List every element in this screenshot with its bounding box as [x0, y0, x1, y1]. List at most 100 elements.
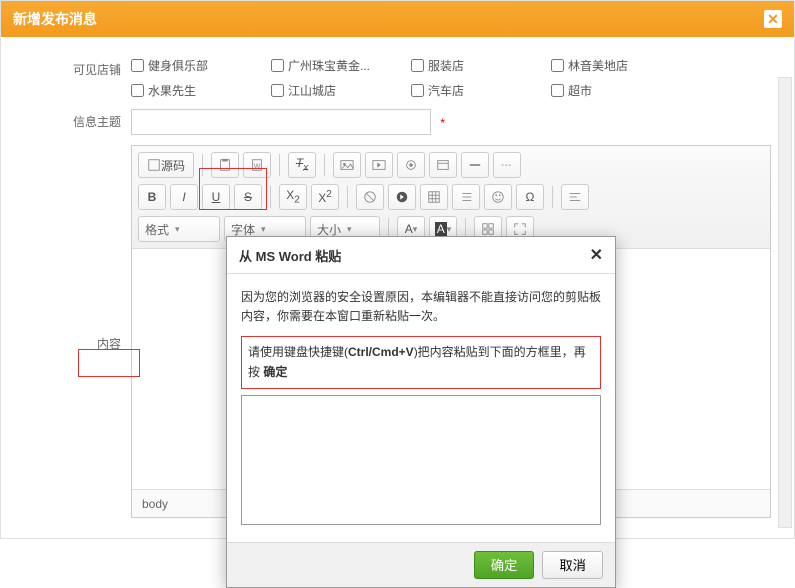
underline-button[interactable]: U: [202, 184, 230, 210]
source-button[interactable]: 源码: [138, 152, 194, 178]
store-checkbox[interactable]: 水果先生: [131, 82, 231, 99]
remove-format-button[interactable]: Tx: [288, 152, 316, 178]
smiley-button[interactable]: [484, 184, 512, 210]
remove-format-icon: Tx: [296, 156, 308, 173]
hr-button[interactable]: [461, 152, 489, 178]
close-icon[interactable]: ✕: [764, 10, 782, 28]
dialog-body: 因为您的浏览器的安全设置原因，本编辑器不能直接访问您的剪贴板内容，你需要在本窗口…: [227, 274, 615, 542]
store-label: 超市: [568, 82, 592, 99]
modal-window: 新增发布消息 ✕ 可见店铺 健身俱乐部 广州珠宝黄金... 服装店 林音美地店 …: [0, 0, 795, 539]
store-label: 林音美地店: [568, 57, 628, 74]
strike-button[interactable]: S: [234, 184, 262, 210]
paste-word-icon: W: [250, 158, 264, 172]
flash-icon: [372, 158, 386, 172]
list-button[interactable]: [452, 184, 480, 210]
text-color-icon: A: [405, 222, 413, 236]
superscript-button[interactable]: X2: [311, 184, 339, 210]
iframe-button[interactable]: [429, 152, 457, 178]
align-left-icon: [568, 190, 582, 204]
list-icon: [459, 190, 473, 204]
separator: [552, 186, 553, 208]
anchor-button[interactable]: [388, 184, 416, 210]
chevron-down-icon: ▾: [175, 224, 180, 235]
dialog-message: 因为您的浏览器的安全设置原因，本编辑器不能直接访问您的剪贴板内容，你需要在本窗口…: [241, 288, 601, 326]
separator: [324, 154, 325, 176]
dialog-title: 从 MS Word 粘贴: [239, 246, 341, 265]
checkbox-icon[interactable]: [131, 59, 144, 72]
store-checkbox[interactable]: 江山城店: [271, 82, 371, 99]
store-checkbox[interactable]: 健身俱乐部: [131, 57, 231, 74]
paste-textarea[interactable]: [241, 395, 601, 525]
image-button[interactable]: [333, 152, 361, 178]
separator: [270, 186, 271, 208]
checkbox-icon[interactable]: [411, 84, 424, 97]
store-checkbox[interactable]: 服装店: [411, 57, 511, 74]
store-label: 汽车店: [428, 82, 464, 99]
store-label: 健身俱乐部: [148, 57, 208, 74]
underline-icon: U: [212, 190, 221, 204]
maximize-icon: [513, 222, 527, 236]
flash-button[interactable]: [365, 152, 393, 178]
store-checkbox[interactable]: 林音美地店: [551, 57, 651, 74]
subscript-button[interactable]: X2: [279, 184, 307, 210]
checkbox-icon[interactable]: [551, 59, 564, 72]
checkbox-icon[interactable]: [411, 59, 424, 72]
label-subject: 信息主题: [21, 109, 131, 130]
strike-icon: S: [244, 190, 252, 204]
close-icon[interactable]: ✕: [590, 245, 603, 265]
subject-input[interactable]: [131, 109, 431, 135]
align-left-button[interactable]: [561, 184, 589, 210]
paste-word-button[interactable]: W: [243, 152, 271, 178]
dialog-hint: 请使用键盘快捷键(Ctrl/Cmd+V)把内容粘贴到下面的方框里，再按 确定: [241, 336, 601, 388]
iframe-icon: [436, 158, 450, 172]
superscript-icon: X2: [318, 189, 332, 205]
separator: [202, 154, 203, 176]
paste-dialog: 从 MS Word 粘贴 ✕ 因为您的浏览器的安全设置原因，本编辑器不能直接访问…: [226, 236, 616, 588]
svg-text:W: W: [254, 164, 261, 171]
record-button[interactable]: [397, 152, 425, 178]
store-checkbox[interactable]: 超市: [551, 82, 651, 99]
pagebreak-icon: [500, 158, 514, 172]
scrollbar[interactable]: [778, 77, 792, 528]
row-subject: 信息主题 *: [21, 109, 774, 135]
font-label: 字体: [231, 221, 255, 238]
required-mark: *: [440, 116, 445, 130]
store-checkbox[interactable]: 汽车店: [411, 82, 511, 99]
label-content: 内容: [21, 145, 131, 352]
separator: [279, 154, 280, 176]
modal-title: 新增发布消息: [13, 9, 97, 29]
bold-button[interactable]: B: [138, 184, 166, 210]
pagebreak-button[interactable]: [493, 152, 521, 178]
store-checkbox-grid: 健身俱乐部 广州珠宝黄金... 服装店 林音美地店 水果先生 江山城店 汽车店 …: [131, 57, 774, 99]
hint-shortcut: Ctrl/Cmd+V: [348, 345, 414, 359]
toolbar-row-1: 源码 W Tx: [138, 152, 764, 178]
paste-button[interactable]: [211, 152, 239, 178]
dialog-header: 从 MS Word 粘贴 ✕: [227, 237, 615, 274]
element-path[interactable]: body: [142, 497, 168, 511]
editor-toolbar: 源码 W Tx: [132, 146, 770, 249]
store-checkbox[interactable]: 广州珠宝黄金...: [271, 57, 371, 74]
checkbox-icon[interactable]: [271, 84, 284, 97]
format-select[interactable]: 格式▾: [138, 216, 220, 242]
bg-color-icon: A: [435, 222, 447, 236]
ok-button[interactable]: 确定: [474, 551, 535, 579]
omega-icon: Ω: [526, 190, 535, 204]
table-button[interactable]: [420, 184, 448, 210]
source-icon: [147, 158, 161, 172]
special-char-button[interactable]: Ω: [516, 184, 544, 210]
hint-ok: 确定: [263, 365, 287, 379]
checkbox-icon[interactable]: [271, 59, 284, 72]
checkbox-icon[interactable]: [131, 84, 144, 97]
record-icon: [404, 158, 418, 172]
chevron-down-icon: ▾: [447, 224, 452, 235]
store-label: 水果先生: [148, 82, 196, 99]
cancel-button[interactable]: 取消: [542, 551, 603, 579]
image-icon: [340, 158, 354, 172]
italic-button[interactable]: I: [170, 184, 198, 210]
bold-icon: B: [148, 190, 157, 204]
hint-text: 请使用键盘快捷键(: [248, 345, 348, 359]
smiley-icon: [491, 190, 505, 204]
italic-icon: I: [182, 190, 185, 204]
link-button[interactable]: [356, 184, 384, 210]
checkbox-icon[interactable]: [551, 84, 564, 97]
